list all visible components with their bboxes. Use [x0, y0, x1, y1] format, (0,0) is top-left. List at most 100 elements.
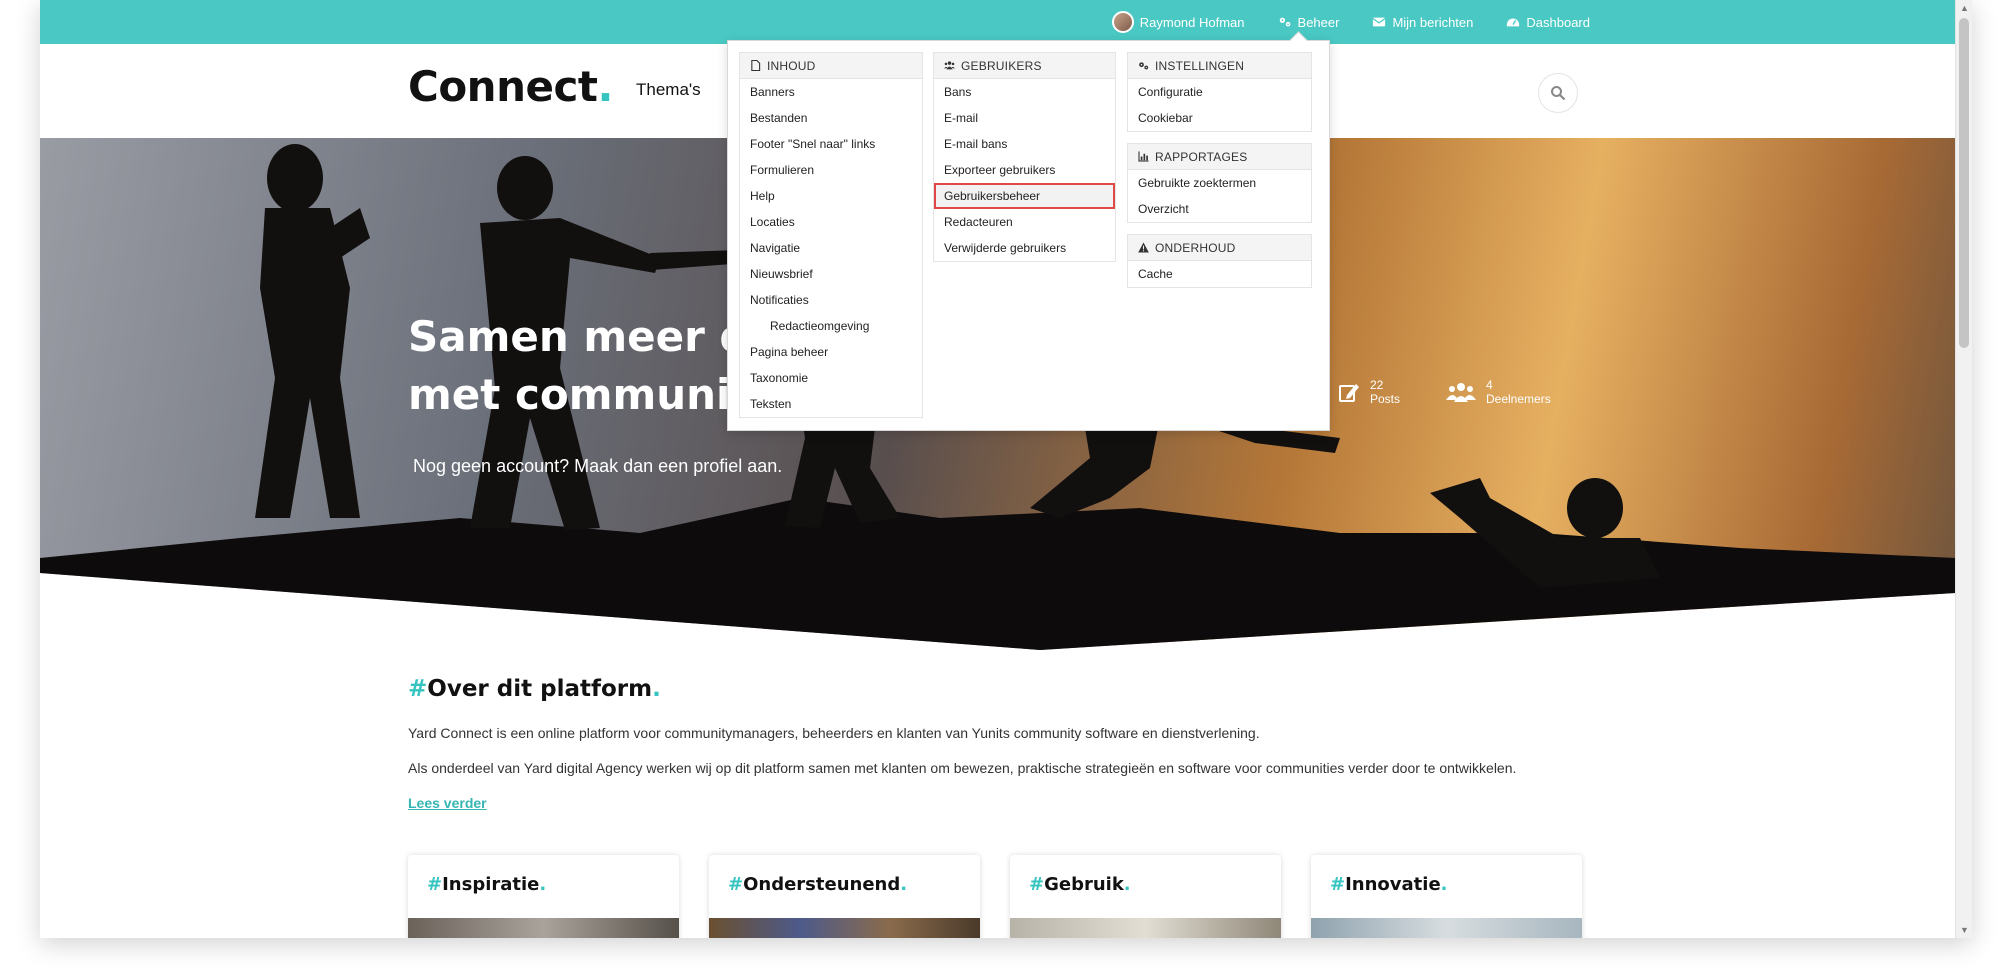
nav-themas[interactable]: Thema's: [636, 80, 701, 100]
menu-item-navigatie[interactable]: Navigatie: [740, 235, 922, 261]
card-image: [709, 918, 980, 938]
top-bar: Raymond Hofman Beheer Mijn berichten Das…: [40, 0, 1955, 44]
menu-item-nieuwsbrief[interactable]: Nieuwsbrief: [740, 261, 922, 287]
participants-label: Deelnemers: [1486, 392, 1551, 406]
menu-item-taxonomie[interactable]: Taxonomie: [740, 365, 922, 391]
card-title: #Gebruik.: [1029, 874, 1131, 895]
vertical-scrollbar[interactable]: ▲ ▼: [1955, 0, 1972, 938]
file-icon: [751, 60, 761, 71]
envelope-icon: [1372, 17, 1386, 27]
menu-item-bans[interactable]: Bans: [934, 79, 1115, 105]
logo-dot: .: [597, 62, 613, 111]
stat-posts: 22 Posts: [1338, 378, 1400, 406]
panel-header-rapportages: RAPPORTAGES: [1128, 144, 1311, 170]
dashboard-link[interactable]: Dashboard: [1506, 15, 1590, 30]
menu-item-configuratie[interactable]: Configuratie: [1128, 79, 1311, 105]
menu-item-redactieomgeving[interactable]: Redactieomgeving: [740, 313, 922, 339]
card-innovatie[interactable]: #Innovatie.: [1311, 855, 1582, 938]
menu-item-verwijderde-gebruikers[interactable]: Verwijderde gebruikers: [934, 235, 1115, 261]
posts-value: 22: [1370, 378, 1384, 392]
messages-link[interactable]: Mijn berichten: [1372, 15, 1473, 30]
menu-item-gebruikersbeheer[interactable]: Gebruikersbeheer: [934, 183, 1115, 209]
dashboard-label: Dashboard: [1526, 14, 1590, 30]
card-image: [1311, 918, 1582, 938]
search-icon: [1551, 86, 1566, 101]
card-title: #Ondersteunend.: [728, 874, 908, 895]
menu-item-formulieren[interactable]: Formulieren: [740, 157, 922, 183]
menu-item-cookiebar[interactable]: Cookiebar: [1128, 105, 1311, 131]
top-nav: Raymond Hofman Beheer Mijn berichten Das…: [1111, 0, 1590, 44]
menu-item-cache[interactable]: Cache: [1128, 261, 1311, 287]
column-settings: INSTELLINGEN Configuratie Cookiebar RAPP…: [1127, 52, 1312, 288]
user-name: Raymond Hofman: [1139, 14, 1245, 30]
card-grid: #Inspiratie. #Ondersteunend. #Gebruik. #…: [408, 855, 1582, 938]
menu-item-email[interactable]: E-mail: [934, 105, 1115, 131]
about-paragraph-1: Yard Connect is een online platform voor…: [408, 725, 1260, 741]
panel-header-inhoud: INHOUD: [740, 53, 922, 79]
scroll-down-icon[interactable]: ▼: [1956, 922, 1972, 938]
menu-item-banners[interactable]: Banners: [740, 79, 922, 105]
bar-chart-icon: [1138, 151, 1149, 162]
menu-item-notificaties[interactable]: Notificaties: [740, 287, 922, 313]
column-inhoud: INHOUD Banners Bestanden Footer "Snel na…: [739, 52, 923, 418]
users-icon: [944, 61, 955, 70]
section-title-text: Over dit platform: [427, 676, 653, 702]
menu-item-footer-links[interactable]: Footer "Snel naar" links: [740, 131, 922, 157]
menu-item-teksten[interactable]: Teksten: [740, 391, 922, 417]
avatar: [1111, 11, 1134, 33]
card-ondersteunend[interactable]: #Ondersteunend.: [709, 855, 980, 938]
card-image: [1010, 918, 1281, 938]
hash-mark: #: [408, 676, 428, 702]
participants-value: 4: [1486, 378, 1493, 392]
panel-rapportages: RAPPORTAGES Gebruikte zoektermen Overzic…: [1127, 143, 1312, 223]
warning-icon: [1138, 242, 1149, 253]
gears-icon: [1139, 62, 1149, 70]
gears-icon: [1279, 17, 1290, 27]
hero-title: Samen meer do met communitie: [408, 308, 768, 424]
page: Raymond Hofman Beheer Mijn berichten Das…: [40, 0, 1955, 938]
browser-window: Raymond Hofman Beheer Mijn berichten Das…: [40, 0, 1972, 938]
menu-item-overzicht[interactable]: Overzicht: [1128, 196, 1311, 222]
panel-instellingen: INSTELLINGEN Configuratie Cookiebar: [1127, 52, 1312, 132]
column-gebruikers: GEBRUIKERS Bans E-mail E-mail bans Expor…: [933, 52, 1116, 262]
posts-label: Posts: [1370, 392, 1401, 406]
users-icon: [1446, 383, 1476, 402]
site-logo[interactable]: Connect.: [408, 62, 613, 111]
menu-item-redacteuren[interactable]: Redacteuren: [934, 209, 1115, 235]
hero-title-line2: met communitie: [408, 370, 768, 419]
menu-item-exporteer-gebruikers[interactable]: Exporteer gebruikers: [934, 157, 1115, 183]
scroll-up-icon[interactable]: ▲: [1956, 0, 1972, 16]
section-title: #Over dit platform.: [408, 676, 661, 702]
about-paragraph-2: Als onderdeel van Yard digital Agency we…: [408, 760, 1517, 776]
card-inspiratie[interactable]: #Inspiratie.: [408, 855, 679, 938]
menu-item-pagina-beheer[interactable]: Pagina beheer: [740, 339, 922, 365]
panel-header-onderhoud: ONDERHOUD: [1128, 235, 1311, 261]
panel-gebruikers: GEBRUIKERS Bans E-mail E-mail bans Expor…: [933, 52, 1116, 262]
user-menu[interactable]: Raymond Hofman: [1111, 11, 1245, 33]
beheer-label: Beheer: [1297, 14, 1340, 30]
card-gebruik[interactable]: #Gebruik.: [1010, 855, 1281, 938]
messages-label: Mijn berichten: [1392, 14, 1474, 30]
stat-participants: 4 Deelnemers: [1446, 378, 1551, 406]
panel-inhoud: INHOUD Banners Bestanden Footer "Snel na…: [739, 52, 923, 418]
read-more-link[interactable]: Lees verder: [408, 795, 487, 811]
card-title: #Innovatie.: [1330, 874, 1448, 895]
hero-subtitle[interactable]: Nog geen account? Maak dan een profiel a…: [413, 456, 782, 477]
card-title: #Inspiratie.: [427, 874, 547, 895]
scroll-thumb[interactable]: [1959, 18, 1969, 348]
dashboard-icon: [1507, 18, 1520, 27]
search-button[interactable]: [1538, 73, 1578, 113]
beheer-menu[interactable]: Beheer: [1278, 14, 1340, 30]
menu-item-email-bans[interactable]: E-mail bans: [934, 131, 1115, 157]
menu-item-locaties[interactable]: Locaties: [740, 209, 922, 235]
menu-item-bestanden[interactable]: Bestanden: [740, 105, 922, 131]
panel-header-instellingen: INSTELLINGEN: [1128, 53, 1311, 79]
menu-item-help[interactable]: Help: [740, 183, 922, 209]
edit-icon: [1339, 384, 1359, 402]
logo-text: Connect: [408, 62, 598, 111]
hero-title-line1: Samen meer do: [408, 312, 768, 361]
menu-item-gebruikte-zoektermen[interactable]: Gebruikte zoektermen: [1128, 170, 1311, 196]
title-dot: .: [652, 676, 661, 702]
panel-onderhoud: ONDERHOUD Cache: [1127, 234, 1312, 288]
panel-header-gebruikers: GEBRUIKERS: [934, 53, 1115, 79]
